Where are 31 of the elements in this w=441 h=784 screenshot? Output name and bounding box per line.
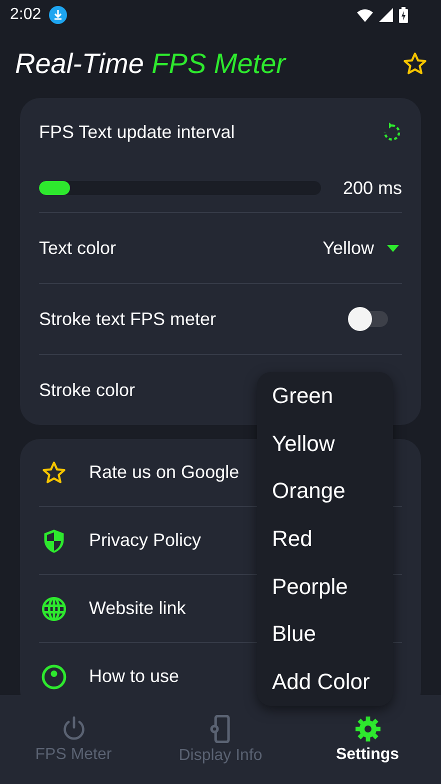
menu-item[interactable]: Orange — [257, 467, 393, 516]
app-title: Real-Time FPS Meter — [15, 48, 286, 80]
nav-tab[interactable]: Settings — [294, 716, 441, 764]
menu-link[interactable]: Rate us on Google — [39, 439, 240, 506]
menu-item[interactable]: Yellow — [257, 420, 393, 468]
caret-icon — [387, 244, 399, 252]
globe-icon — [41, 596, 67, 622]
setting-label: Stroke text FPS meter — [39, 308, 216, 330]
power-icon — [60, 716, 86, 742]
interval-slider[interactable] — [39, 181, 321, 195]
menu-link[interactable]: How to use — [39, 643, 180, 695]
battery-icon — [399, 7, 408, 23]
download-icon — [49, 6, 68, 24]
menu-link[interactable]: Privacy Policy — [39, 507, 202, 574]
menu-item[interactable]: Green — [257, 372, 393, 420]
menu-item[interactable]: Peorple — [257, 562, 393, 610]
menu-item[interactable]: Red — [257, 515, 393, 563]
menu-item[interactable]: Add Color — [257, 658, 393, 706]
setting-label: Stroke color — [39, 380, 136, 400]
menu-link[interactable]: Website link — [39, 575, 186, 642]
wifi-icon — [357, 8, 373, 22]
star-icon — [41, 460, 67, 486]
setting-label: FPS Text update interval — [39, 122, 235, 142]
star-icon[interactable] — [402, 51, 428, 77]
signal-icon — [379, 8, 393, 22]
settings-icon — [354, 716, 380, 742]
interval-reading: 200 ms — [342, 178, 402, 198]
setting-label: Text color — [39, 238, 116, 258]
color-dropdown[interactable]: Yellow — [322, 238, 399, 258]
menu-item[interactable]: Blue — [257, 610, 393, 658]
status-time: 2:02 — [10, 6, 42, 24]
